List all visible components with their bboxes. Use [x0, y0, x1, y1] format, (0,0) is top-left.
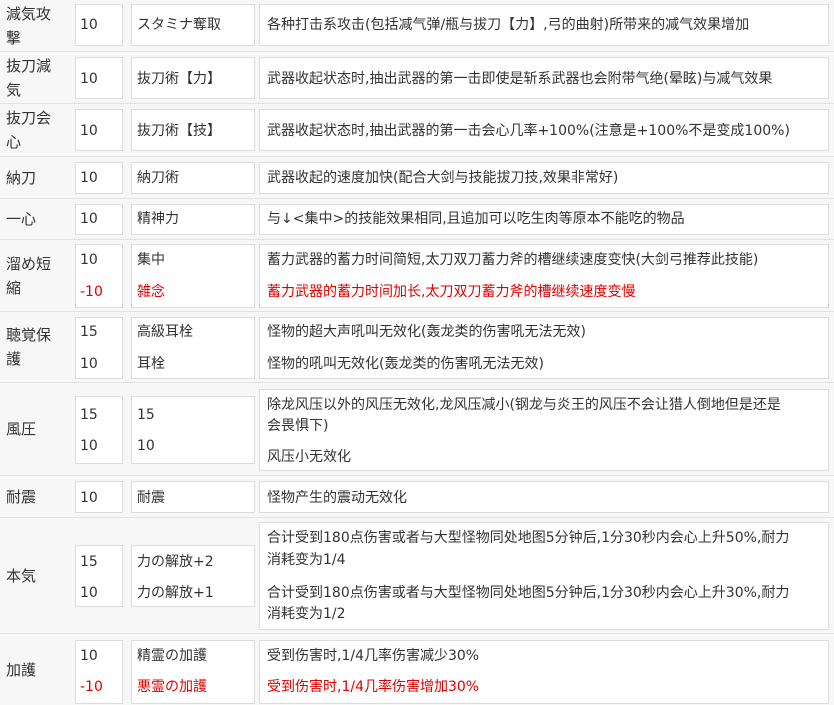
level-value: 10: [80, 490, 98, 506]
skill-name: 耳栓: [137, 356, 165, 372]
table-row: 一心 10 精神力 与↓<集中>的技能效果相同,且追加可以吃生肉等原本不能吃的物…: [0, 199, 834, 240]
skill-effect: 各种打击系攻击(包括减气弹/瓶与拔刀【力】,弓的曲射)所带来的减气效果增加: [267, 17, 750, 33]
table-row: 減気攻撃 10 スタミナ奪取 各种打击系攻击(包括减气弹/瓶与拔刀【力】,弓的曲…: [0, 0, 834, 52]
category-name: 抜刀減気: [6, 56, 52, 99]
category-name: 減気攻撃: [6, 4, 52, 47]
skill-effect: 合计受到180点伤害或者与大型怪物同处地图5分钟后,1分30秒内会心上升30%,…: [267, 585, 790, 601]
category-name: 本気: [6, 566, 37, 585]
category-name: 風圧: [6, 420, 37, 438]
level-value: 15: [80, 407, 98, 423]
skill-effect: 蓄力武器的蓄力时间简短,太刀双刀蓄力斧的槽继续速度变快(大剑弓推荐此技能): [267, 252, 759, 268]
skill-name: 10: [137, 438, 155, 454]
category-name: 聴覚保護: [6, 326, 52, 368]
skill-effect: 会畏惧下): [267, 418, 329, 434]
level-value: 15: [80, 324, 98, 340]
table-row: 聴覚保護 15 高級耳栓 怪物的超大声吼叫无效化(轰龙类的伤害吼无法无效) 10…: [0, 312, 834, 383]
skill-name: 精霊の加護: [137, 648, 207, 664]
skill-effect: 与↓<集中>的技能效果相同,且追加可以吃生肉等原本不能吃的物品: [267, 211, 685, 227]
skill-effect: 合计受到180点伤害或者与大型怪物同处地图5分钟后,1分30秒内会心上升50%,…: [267, 530, 790, 546]
skill-name: 力の解放+2: [137, 554, 214, 570]
skill-effect: 怪物的吼叫无效化(轰龙类的伤害吼无法无效): [267, 356, 544, 372]
skill-name: 精神力: [137, 211, 179, 227]
level-value: 10: [80, 17, 98, 33]
table-row: 納刀 10 納刀術 武器收起的速度加快(配合大剑与技能拔刀技,效果非常好): [0, 157, 834, 199]
level-value: 10: [80, 211, 98, 227]
level-value: 10: [80, 123, 98, 139]
level-value: 10: [80, 170, 98, 186]
category-name: 抜刀会心: [6, 109, 52, 151]
skill-effect: 蓄力武器的蓄力时间加长,太刀双刀蓄力斧的槽继续速度变慢: [267, 284, 636, 300]
level-value: 10: [80, 252, 98, 268]
skill-name: 集中: [137, 252, 165, 268]
table-row: 耐震 10 耐震 怪物产生的震动无效化: [0, 476, 834, 518]
skill-effect: 除龙风压以外的风压无效化,龙风压减小(钢龙与炎王的风压不会让猎人倒地但是还是: [267, 397, 781, 413]
level-value: -10: [80, 284, 103, 300]
table-row: 抜刀減気 10 抜刀術【力】 武器收起状态时,抽出武器的第一击即使是斩系武器也会…: [0, 52, 834, 104]
skill-effect: 武器收起状态时,抽出武器的第一击即使是斩系武器也会附带气绝(晕眩)与减气效果: [267, 71, 773, 87]
table-row: 加護 10 精霊の加護 受到伤害时,1/4几率伤害减少30% -10 悪霊の加護…: [0, 634, 834, 705]
skill-name: 高級耳栓: [137, 324, 193, 340]
skill-effect: 消耗变为1/2: [267, 606, 346, 622]
level-value: 10: [80, 648, 98, 664]
skill-name: 雑念: [137, 284, 165, 300]
table-row: 本気 15 力の解放+2 合计受到180点伤害或者与大型怪物同处地图5分钟后,1…: [0, 518, 834, 634]
level-value: 15: [80, 554, 98, 570]
skill-effect: 怪物的超大声吼叫无效化(轰龙类的伤害吼无法无效): [267, 324, 586, 340]
skill-effect: 受到伤害时,1/4几率伤害减少30%: [267, 648, 480, 664]
table-row: 溜め短縮 10 集中 蓄力武器的蓄力时间简短,太刀双刀蓄力斧的槽继续速度变快(大…: [0, 240, 834, 312]
table-row: 風圧 15 15 除龙风压以外的风压无效化,龙风压减小(钢龙与炎王的风压不会让猎…: [0, 383, 834, 476]
category-name: 加護: [6, 660, 37, 679]
skill-name: 悪霊の加護: [137, 679, 207, 695]
table-row: 抜刀会心 10 抜刀術【技】 武器收起状态时,抽出武器的第一击会心几率+100%…: [0, 104, 834, 157]
skill-name: 耐震: [137, 490, 165, 506]
category-name: 溜め短縮: [6, 254, 52, 297]
skill-effect: 风压小无效化: [267, 449, 351, 465]
level-value: 10: [80, 356, 98, 372]
skill-name: 15: [137, 407, 155, 423]
level-value: -10: [80, 679, 103, 695]
level-value: 10: [80, 71, 98, 87]
level-value: 10: [80, 438, 98, 454]
skill-name: 抜刀術【技】: [137, 123, 221, 139]
skill-name: 納刀術: [137, 170, 179, 186]
skill-effect: 怪物产生的震动无效化: [267, 490, 407, 506]
skill-name: 抜刀術【力】: [137, 71, 221, 87]
skill-effect: 武器收起的速度加快(配合大剑与技能拔刀技,效果非常好): [267, 170, 619, 186]
skill-effect: 受到伤害时,1/4几率伤害增加30%: [267, 679, 480, 695]
category-name: 一心: [6, 210, 37, 228]
skill-name: 力の解放+1: [137, 585, 214, 601]
skill-effect: 武器收起状态时,抽出武器的第一击会心几率+100%(注意是+100%不是变成10…: [267, 123, 790, 139]
level-value: 10: [80, 585, 98, 601]
category-name: 納刀: [6, 168, 37, 187]
skill-effect: 消耗变为1/4: [267, 552, 346, 568]
category-name: 耐震: [6, 487, 37, 506]
skill-name: スタミナ奪取: [137, 17, 221, 33]
